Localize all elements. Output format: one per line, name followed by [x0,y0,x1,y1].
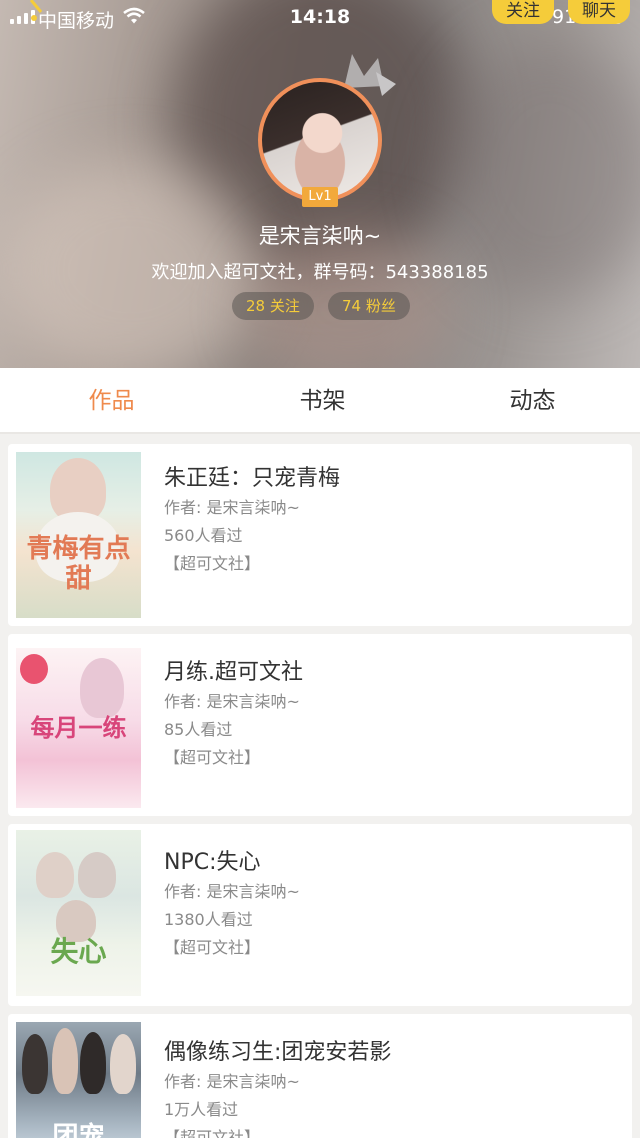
book-cover-text: 每月一练 [30,713,127,742]
book-title[interactable]: 偶像练习生:团宠安若影 [164,1034,391,1066]
tab-bookshelf[interactable]: 书架 [216,368,429,434]
book-tag: 【超可文社】 [164,938,261,957]
book-cover-text: 团宠 [52,1122,105,1138]
tab-works[interactable]: 作品 [5,368,218,434]
book-cover-text: 失心 [50,935,107,968]
book-author: 作者: 是宋言柒呐~ [164,882,300,901]
following-count[interactable]: 28 关注 [232,292,314,320]
book-card[interactable]: 青梅有点甜 朱正廷：只宠青梅 作者: 是宋言柒呐~ 560人看过 【超可文社】 [8,444,632,626]
profile-header: 中国移动 14:18 91% 关注 聊天 Lv1 是宋言柒呐~ 欢迎加入超可文社… [0,0,640,368]
book-views: 560人看过 [164,526,243,545]
avatar-wrapper[interactable] [258,78,382,202]
book-author: 作者: 是宋言柒呐~ [164,498,300,517]
chat-button[interactable]: 聊天 [568,0,630,24]
book-tag: 【超可文社】 [164,748,261,767]
book-author: 作者: 是宋言柒呐~ [164,692,300,711]
profile-page: 中国移动 14:18 91% 关注 聊天 Lv1 是宋言柒呐~ 欢迎加入超可文社… [0,0,640,1138]
book-cover[interactable]: 每月一练 [16,648,141,808]
follow-button[interactable]: 关注 [492,0,554,24]
book-views: 85人看过 [164,720,233,739]
book-card[interactable]: 每月一练 月练.超可文社 作者: 是宋言柒呐~ 85人看过 【超可文社】 [8,634,632,816]
book-title[interactable]: 月练.超可文社 [164,654,303,686]
book-views: 1380人看过 [164,910,253,929]
profile-tabs: 作品 书架 动态 [0,368,640,434]
pin-icon [29,0,43,21]
level-badge: Lv1 [302,187,338,207]
tab-activity[interactable]: 动态 [426,368,639,434]
book-cover[interactable]: 团宠 [16,1022,141,1138]
book-tag: 【超可文社】 [164,554,261,573]
profile-intro: 欢迎加入超可文社，群号码：543388185 [151,262,489,283]
book-title[interactable]: 朱正廷：只宠青梅 [164,460,340,492]
book-list: 青梅有点甜 朱正廷：只宠青梅 作者: 是宋言柒呐~ 560人看过 【超可文社】 … [8,444,632,1138]
profile-name: 是宋言柒呐~ [258,224,382,248]
book-title[interactable]: NPC:失心 [164,844,261,876]
avatar[interactable] [258,78,382,202]
book-cover-text: 青梅有点甜 [26,534,131,594]
fans-count[interactable]: 74 粉丝 [328,292,410,320]
book-cover[interactable]: 失心 [16,830,141,996]
book-tag: 【超可文社】 [164,1128,261,1138]
book-cover[interactable]: 青梅有点甜 [16,452,141,618]
book-card[interactable]: 团宠 偶像练习生:团宠安若影 作者: 是宋言柒呐~ 1万人看过 【超可文社】 [8,1014,632,1138]
book-card[interactable]: 失心 NPC:失心 作者: 是宋言柒呐~ 1380人看过 【超可文社】 [8,824,632,1006]
book-views: 1万人看过 [164,1100,239,1119]
book-author: 作者: 是宋言柒呐~ [164,1072,300,1091]
